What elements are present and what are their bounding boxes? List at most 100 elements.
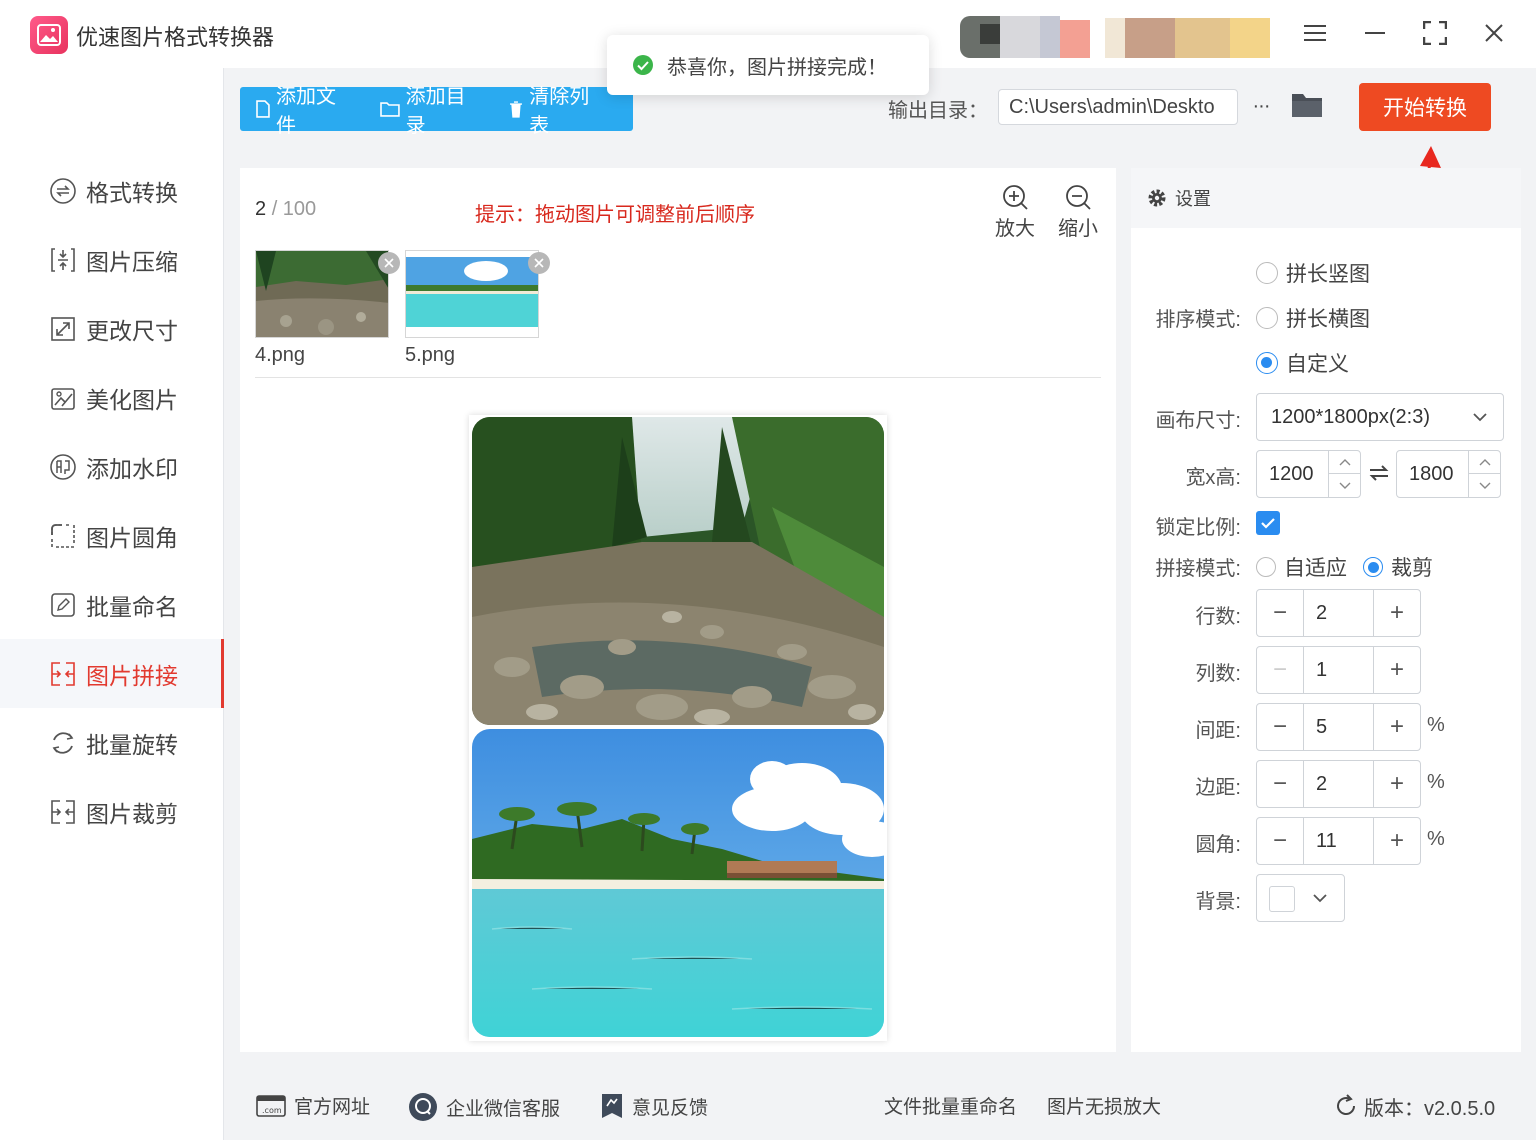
lock-ratio-checkbox[interactable] (1256, 511, 1280, 535)
compress-icon (51, 247, 75, 272)
rows-label: 行数: (1195, 606, 1241, 628)
refresh-icon[interactable] (1334, 1094, 1358, 1118)
lock-ratio-label: 锁定比例: (1155, 517, 1241, 539)
zoom-in-button[interactable]: 放大 (995, 184, 1035, 241)
output-dir-label: 输出目录： (888, 100, 988, 122)
sidebar-item-rounded-corner[interactable]: 图片圆角 (0, 501, 224, 570)
increment-button[interactable]: + (1373, 647, 1420, 693)
sidebar-item-crop[interactable]: 图片裁剪 (0, 777, 224, 846)
decrement-button[interactable]: − (1257, 761, 1304, 807)
clear-list-button[interactable]: 清除列表 (509, 80, 609, 138)
sidebar-item-rename[interactable]: 批量命名 (0, 570, 224, 639)
sort-option-custom[interactable]: 自定义 (1256, 348, 1349, 378)
add-folder-button[interactable]: 添加目录 (379, 80, 486, 138)
height-input[interactable]: 1800 (1396, 450, 1501, 498)
decrement-button[interactable] (1469, 474, 1500, 497)
toast-message: 恭喜你，图片拼接完成！ (667, 56, 887, 79)
canvas-size-select[interactable]: 1200*1800px(2:3) (1256, 393, 1504, 441)
menu-button[interactable] (1298, 18, 1332, 48)
remove-image-button[interactable] (378, 252, 400, 274)
chevron-down-icon (1479, 482, 1490, 489)
sidebar-item-rotate[interactable]: 批量旋转 (0, 708, 224, 777)
settings-panel: 设置 排序模式: 拼长竖图 拼长横图 自定义 画布尺寸: 1200*1800px… (1131, 168, 1521, 1052)
zoom-out-button[interactable]: 缩小 (1058, 184, 1098, 241)
feedback-icon (602, 1094, 622, 1118)
close-icon (384, 258, 394, 268)
add-file-button[interactable]: 添加文件 (256, 80, 356, 138)
image-counter: 2 / 100 (255, 198, 317, 220)
output-dir-input[interactable] (998, 89, 1238, 125)
wechat-service-link[interactable]: 企业微信客服 (408, 1092, 560, 1122)
increment-button[interactable] (1329, 451, 1360, 474)
increment-button[interactable] (1469, 451, 1500, 474)
margin-unit: % (1427, 771, 1445, 793)
close-icon (534, 258, 544, 268)
spacing-unit: % (1427, 714, 1445, 736)
file-icon (256, 100, 270, 118)
settings-header: 设置 (1131, 168, 1521, 228)
app-title: 优速图片格式转换器 (76, 25, 275, 50)
sort-option-vertical[interactable]: 拼长竖图 (1256, 258, 1370, 288)
batch-rename-link[interactable]: 文件批量重命名 (884, 1092, 1017, 1119)
sidebar-item-beautify[interactable]: 美化图片 (0, 363, 224, 432)
swap-dimensions-icon[interactable] (1368, 463, 1390, 483)
corner-radius-label: 圆角: (1195, 834, 1241, 856)
increment-button[interactable]: + (1373, 761, 1420, 807)
image-thumbnail[interactable] (405, 250, 539, 338)
official-site-link[interactable]: .com 官方网址 (256, 1092, 370, 1119)
remove-image-button[interactable] (528, 252, 550, 274)
rows-stepper: − 2 + (1256, 589, 1421, 637)
folder-icon (1292, 94, 1322, 117)
width-input[interactable]: 1200 (1256, 450, 1361, 498)
stitch-option-adaptive[interactable]: 自适应 (1256, 552, 1347, 582)
margin-stepper: − 2 + (1256, 760, 1421, 808)
open-folder-button[interactable] (1290, 90, 1324, 122)
spacing-stepper: − 5 + (1256, 703, 1421, 751)
decrement-button[interactable]: − (1257, 818, 1304, 864)
feedback-link[interactable]: 意见反馈 (600, 1092, 708, 1120)
file-toolbar: 添加文件 添加目录 清除列表 (240, 86, 633, 137)
sidebar: 格式转换 图片压缩 更改尺寸 美化图片 添加水印 图片圆角 批量命名 图片拼接 … (0, 68, 224, 1140)
decrement-button[interactable]: − (1257, 647, 1304, 693)
sidebar-item-compress[interactable]: 图片压缩 (0, 225, 224, 294)
rename-icon (51, 592, 75, 617)
image-thumbnail[interactable] (255, 250, 389, 338)
chevron-up-icon (1479, 459, 1490, 466)
resize-icon (51, 316, 75, 341)
increment-button[interactable]: + (1373, 590, 1420, 636)
stitch-option-crop[interactable]: 裁剪 (1363, 552, 1433, 582)
decrement-button[interactable] (1329, 474, 1360, 497)
zoom-in-icon (1003, 185, 1028, 210)
background-label: 背景: (1195, 891, 1241, 913)
minimize-button[interactable] (1358, 18, 1392, 48)
increment-button[interactable]: + (1373, 704, 1420, 750)
more-options-button[interactable]: ··· (1248, 92, 1274, 120)
rounded-corner-icon (51, 523, 75, 548)
success-check-icon (633, 55, 653, 75)
close-button[interactable] (1477, 18, 1511, 48)
margin-label: 边距: (1195, 777, 1241, 799)
start-convert-button[interactable]: 开始转换 (1359, 83, 1491, 131)
chevron-down-icon (1339, 482, 1350, 489)
maximize-button[interactable] (1418, 18, 1452, 48)
sort-option-horizontal[interactable]: 拼长横图 (1256, 303, 1370, 333)
preview-image-forest-river (472, 417, 884, 725)
image-file-name: 5.png (405, 344, 456, 366)
sidebar-item-format-convert[interactable]: 格式转换 (0, 156, 224, 225)
crop-icon (51, 799, 75, 824)
decrement-button[interactable]: − (1257, 704, 1304, 750)
version-info: 版本：v2.0.5.0 (1364, 1098, 1496, 1120)
success-toast: 恭喜你，图片拼接完成！ (607, 35, 929, 95)
svg-text:.com: .com (262, 1106, 282, 1115)
background-color-picker[interactable] (1256, 874, 1345, 922)
corner-radius-unit: % (1427, 828, 1445, 850)
increment-button[interactable]: + (1373, 818, 1420, 864)
user-avatar[interactable] (960, 12, 1270, 62)
sidebar-item-stitch[interactable]: 图片拼接 (0, 639, 224, 708)
lossless-upscale-link[interactable]: 图片无损放大 (1047, 1092, 1161, 1119)
divider (255, 377, 1101, 378)
check-icon (1261, 518, 1275, 529)
sidebar-item-watermark[interactable]: 添加水印 (0, 432, 224, 501)
sidebar-item-resize[interactable]: 更改尺寸 (0, 294, 224, 363)
decrement-button[interactable]: − (1257, 590, 1304, 636)
